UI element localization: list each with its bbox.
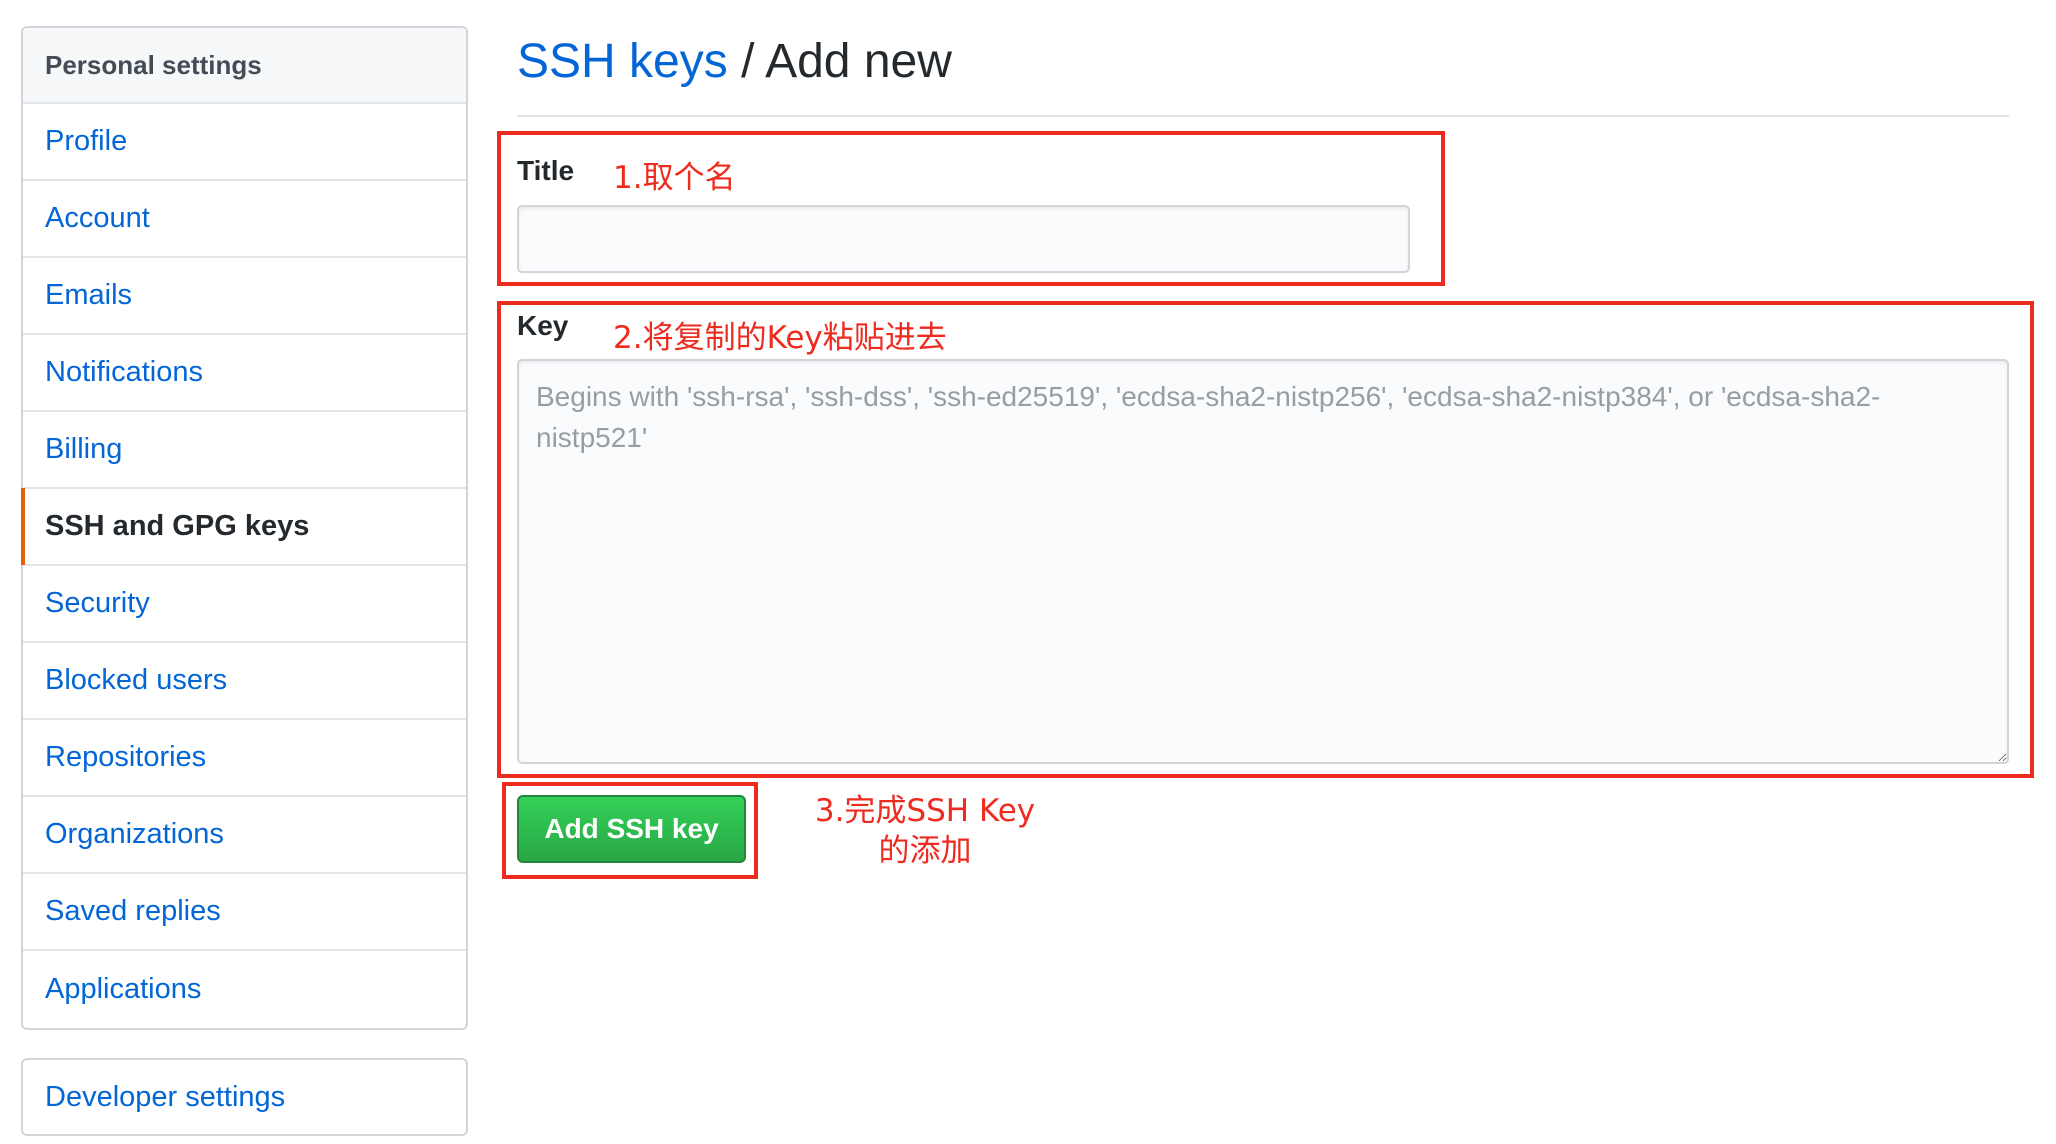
sidebar-item-account[interactable]: Account [23,181,466,258]
key-label: Key [517,310,569,341]
annotation-note-3-line2: 的添加 [878,833,972,869]
sidebar-item-ssh-gpg-keys[interactable]: SSH and GPG keys [21,488,466,566]
annotation-note-1: 1.取个名 [613,160,736,196]
sidebar-item-organizations[interactable]: Organizations [23,797,466,874]
add-ssh-key-button[interactable]: Add SSH key [517,795,746,863]
title-input[interactable] [517,205,1410,273]
sidebar-item-blocked-users[interactable]: Blocked users [23,643,466,720]
annotation-note-3-line1: 3.完成SSH Key [814,793,1036,829]
breadcrumb-separator: / [727,35,766,88]
sidebar-item-billing[interactable]: Billing [23,412,466,489]
sidebar-item-repositories[interactable]: Repositories [23,720,466,797]
page-title: SSH keys / Add new [517,34,952,89]
breadcrumb-ssh-keys-link[interactable]: SSH keys [517,35,728,88]
sidebar-header: Personal settings [23,28,466,104]
sidebar-item-saved-replies[interactable]: Saved replies [23,874,466,951]
sidebar-item-profile[interactable]: Profile [23,104,466,181]
title-label: Title [517,155,575,186]
sidebar-item-notifications[interactable]: Notifications [23,335,466,412]
sidebar-item-developer-settings[interactable]: Developer settings [21,1058,468,1136]
sidebar-item-security[interactable]: Security [23,566,466,643]
heading-divider [517,115,2009,117]
sidebar-item-applications[interactable]: Applications [23,951,466,1028]
annotation-note-3: 3.完成SSH Key 的添加 [805,791,1045,871]
ssh-add-page: Personal settings Profile Account Emails… [0,0,2056,1144]
sidebar-item-emails[interactable]: Emails [23,258,466,335]
key-textarea[interactable] [517,359,2009,764]
annotation-note-2: 2.将复制的Key粘贴进去 [613,320,947,356]
breadcrumb-current: Add new [765,35,952,88]
settings-sidebar: Personal settings Profile Account Emails… [21,26,468,1030]
